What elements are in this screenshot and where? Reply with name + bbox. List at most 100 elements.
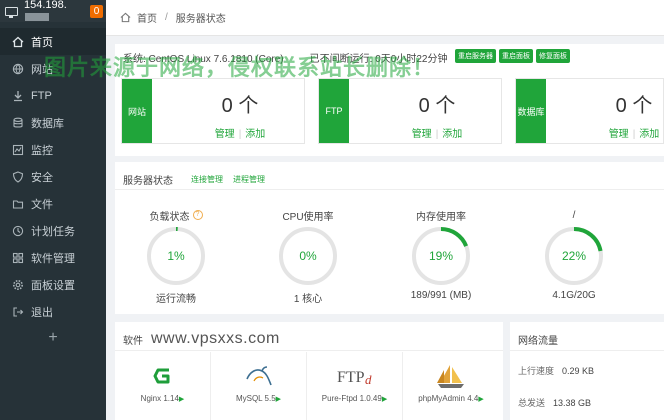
sidebar-item-label: 监控 bbox=[31, 144, 53, 157]
total-sent-row: 总发送 13.38 GB bbox=[518, 396, 591, 409]
sidebar-item-label: FTP bbox=[31, 89, 52, 102]
gear-icon bbox=[12, 279, 24, 291]
total-sent-label: 总发送 bbox=[518, 398, 546, 408]
card-tag: 数据库 bbox=[516, 79, 546, 143]
software-item-nginx[interactable]: Nginx 1.14▶ bbox=[115, 352, 211, 420]
gauge-value: 1% bbox=[167, 249, 185, 263]
total-sent-value: 13.38 GB bbox=[553, 398, 592, 408]
software-item-mysql[interactable]: MySQL 5.5▶ bbox=[211, 352, 307, 420]
home-icon[interactable] bbox=[120, 12, 131, 23]
main-content: 首页 / 服务器状态 系统: CentOS Linux 7.6.1810 (Co… bbox=[106, 0, 664, 420]
software-name: phpMyAdmin 4.4 bbox=[418, 394, 479, 403]
breadcrumb-separator: / bbox=[165, 12, 168, 23]
card-count: 0 个 bbox=[615, 95, 653, 117]
sidebar-item-cron[interactable]: 计划任务 bbox=[0, 217, 106, 244]
upload-speed-row: 上行速度 0.29 KB bbox=[518, 364, 594, 377]
play-icon[interactable]: ▶ bbox=[382, 396, 387, 403]
add-link[interactable]: 添加 bbox=[442, 129, 462, 140]
grid-icon bbox=[12, 252, 24, 264]
os-info: 系统: CentOS Linux 7.6.1810 (Core) bbox=[123, 54, 284, 65]
software-name: Nginx 1.14 bbox=[140, 394, 179, 403]
shield-icon bbox=[12, 170, 24, 183]
gauge-caption: 4.1G/20G bbox=[552, 290, 596, 301]
sidebar-item-monitor[interactable]: 监控 bbox=[0, 136, 106, 163]
software-item-pureftpd[interactable]: FTP d Pure-Ftpd 1.0.49▶ bbox=[307, 352, 403, 420]
software-title: 软件 bbox=[123, 335, 143, 347]
ftp-card: FTP 0 个 管理 | 添加 bbox=[318, 78, 502, 144]
process-manage-link[interactable]: 进程管理 bbox=[233, 174, 265, 185]
software-item-phpmyadmin[interactable]: phpMyAdmin 4.4▶ bbox=[403, 352, 499, 420]
gauge-value: 19% bbox=[429, 249, 453, 263]
sidebar-item-ftp[interactable]: FTP bbox=[0, 82, 106, 109]
breadcrumb-home[interactable]: 首页 bbox=[137, 10, 157, 25]
card-tag: 网站 bbox=[122, 79, 152, 143]
folder-icon bbox=[12, 198, 24, 210]
sidebar-item-security[interactable]: 安全 bbox=[0, 163, 106, 190]
server-status-panel: 服务器状态 连接管理 进程管理 负载状态? 1% 运行流畅 CPU使用率 0% … bbox=[115, 162, 664, 314]
add-link[interactable]: 添加 bbox=[245, 129, 265, 140]
sidebar-item-label: 计划任务 bbox=[31, 225, 75, 238]
app-window: 154.198. 0 首页 网站 FTP 数据库 监控 安全 文件 计划任务 软… bbox=[0, 0, 664, 420]
sidebar-item-website[interactable]: 网站 bbox=[0, 55, 106, 82]
monitor-icon bbox=[5, 6, 18, 18]
ip-mask bbox=[25, 13, 49, 22]
breadcrumb: 首页 / 服务器状态 bbox=[106, 0, 664, 36]
add-link[interactable]: 添加 bbox=[639, 129, 659, 140]
sidebar-item-files[interactable]: 文件 bbox=[0, 190, 106, 217]
logout-icon bbox=[12, 306, 24, 318]
system-info: 系统: CentOS Linux 7.6.1810 (Core) 已不间断运行: … bbox=[123, 50, 447, 65]
load-gauge[interactable]: 负载状态? 1% 运行流畅 bbox=[121, 208, 231, 305]
sidebar-item-label: 数据库 bbox=[31, 117, 64, 130]
sidebar-item-label: 网站 bbox=[31, 63, 53, 76]
ftp-logo-icon: FTP d bbox=[307, 358, 402, 394]
memory-gauge[interactable]: 内存使用率 19% 189/991 (MB) bbox=[386, 208, 496, 302]
play-icon[interactable]: ▶ bbox=[179, 396, 184, 403]
sidebar-item-software[interactable]: 软件管理 bbox=[0, 244, 106, 271]
disk-gauge[interactable]: / 22% 4.1G/20G bbox=[519, 208, 629, 301]
database-card: 数据库 0 个 管理 | 添加 bbox=[515, 78, 664, 144]
website-card: 网站 0 个 管理 | 添加 bbox=[121, 78, 305, 144]
overview-panel: 系统: CentOS Linux 7.6.1810 (Core) 已不间断运行: … bbox=[115, 44, 664, 156]
sidebar-item-settings[interactable]: 面板设置 bbox=[0, 271, 106, 298]
svg-text:d: d bbox=[365, 372, 372, 387]
sidebar-item-label: 软件管理 bbox=[31, 252, 75, 265]
uptime-info: 已不间断运行: 0天0小时22分钟 bbox=[309, 54, 448, 65]
mysql-icon bbox=[211, 358, 306, 394]
software-name: MySQL 5.5 bbox=[235, 394, 276, 403]
breadcrumb-current: 服务器状态 bbox=[175, 14, 226, 25]
restart-panel-button[interactable]: 重启面板 bbox=[499, 49, 533, 63]
notification-badge[interactable]: 0 bbox=[90, 4, 103, 18]
manage-link[interactable]: 管理 bbox=[215, 129, 235, 140]
gauge-ring: 19% bbox=[412, 227, 470, 285]
add-menu-button[interactable]: + bbox=[0, 329, 106, 347]
play-icon[interactable]: ▶ bbox=[276, 396, 281, 403]
svg-text:FTP: FTP bbox=[337, 369, 365, 386]
manage-link[interactable]: 管理 bbox=[412, 129, 432, 140]
repair-panel-button[interactable]: 修复面板 bbox=[536, 49, 570, 63]
gauge-value: 22% bbox=[562, 249, 586, 263]
site-text: www.vpsxxs.com bbox=[151, 330, 280, 347]
restart-server-button[interactable]: 重启服务器 bbox=[455, 49, 496, 63]
help-icon[interactable]: ? bbox=[192, 210, 203, 220]
gauge-caption: 189/991 (MB) bbox=[410, 290, 472, 301]
server-ip: 154.198. bbox=[24, 0, 67, 11]
play-icon[interactable]: ▶ bbox=[478, 396, 483, 403]
phpmyadmin-icon bbox=[403, 358, 499, 394]
sidebar-item-label: 安全 bbox=[31, 171, 53, 184]
system-actions: 重启服务器 重启面板 修复面板 bbox=[455, 49, 570, 63]
gauge-ring: 0% bbox=[279, 227, 337, 285]
gauge-caption: 1 核心 bbox=[293, 294, 323, 305]
sidebar-item-home[interactable]: 首页 bbox=[0, 28, 106, 55]
sidebar-item-logout[interactable]: 退出 bbox=[0, 298, 106, 325]
server-info[interactable]: 154.198. 0 bbox=[0, 0, 106, 22]
sidebar-menu: 首页 网站 FTP 数据库 监控 安全 文件 计划任务 软件管理 面板设置 退出 bbox=[0, 28, 106, 325]
gauge-title: / bbox=[572, 209, 576, 221]
cpu-gauge[interactable]: CPU使用率 0% 1 核心 bbox=[253, 208, 363, 305]
globe-icon bbox=[12, 63, 24, 75]
software-name: Pure-Ftpd 1.0.49 bbox=[321, 394, 382, 403]
sidebar-item-label: 文件 bbox=[31, 198, 53, 211]
connection-manage-link[interactable]: 连接管理 bbox=[191, 174, 223, 185]
home-icon bbox=[12, 36, 24, 48]
sidebar-item-database[interactable]: 数据库 bbox=[0, 109, 106, 136]
manage-link[interactable]: 管理 bbox=[609, 129, 629, 140]
